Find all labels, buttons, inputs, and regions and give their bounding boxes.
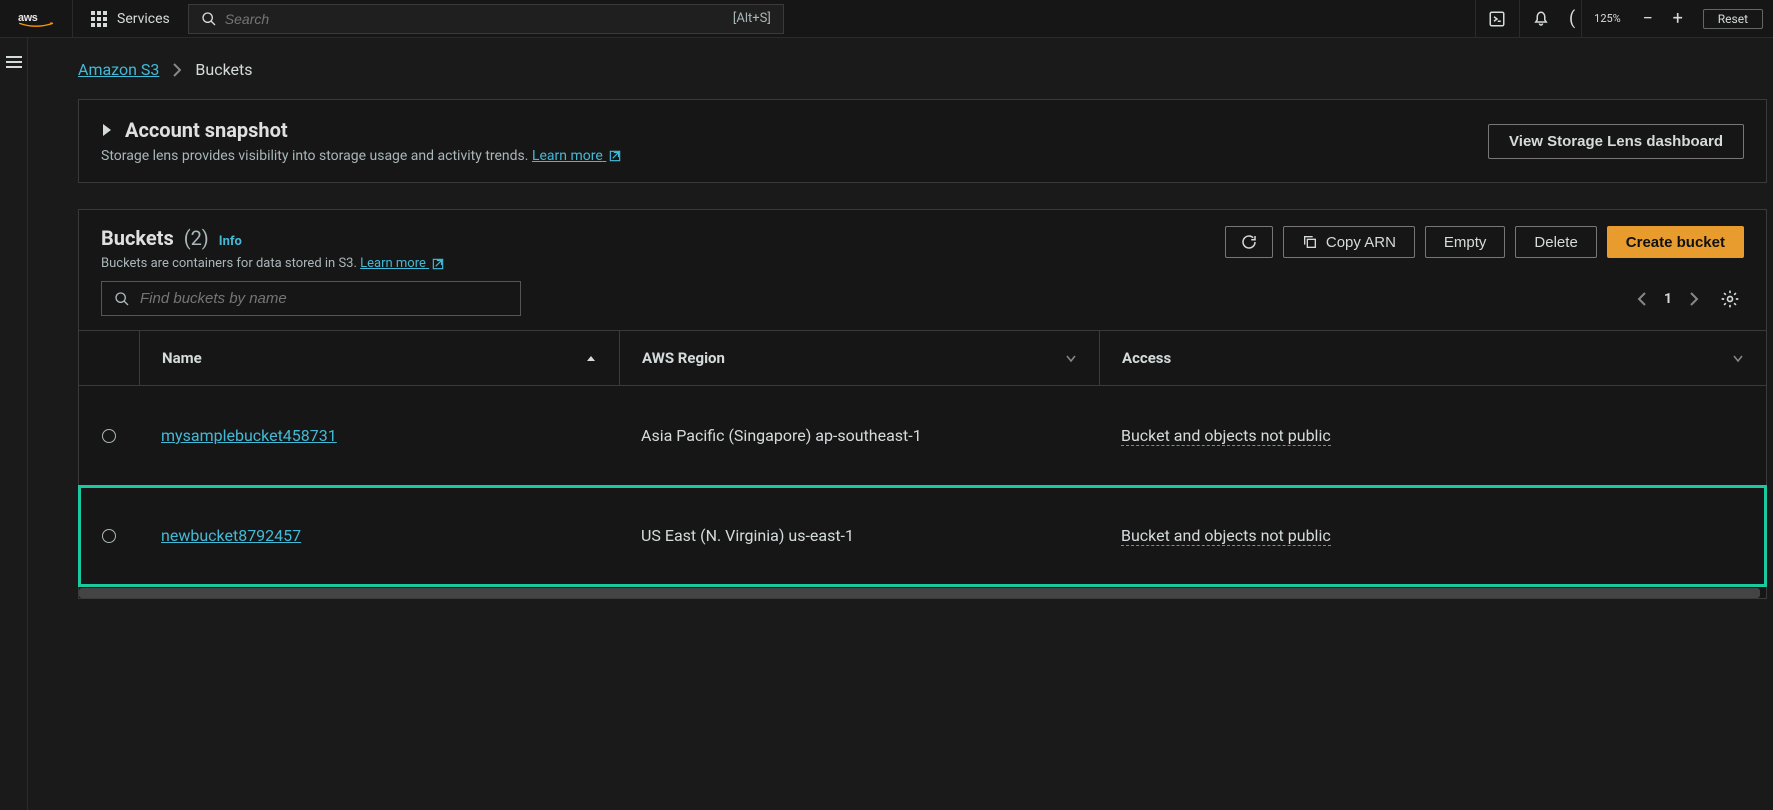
buckets-panel: Buckets (2) Info Buckets are containers …	[78, 209, 1767, 599]
external-link-icon	[431, 257, 445, 271]
cloudshell-button[interactable]	[1475, 0, 1519, 37]
copy-icon	[1302, 234, 1318, 250]
snapshot-description: Storage lens provides visibility into st…	[101, 148, 622, 164]
table-header: Name AWS Region Access	[79, 330, 1766, 386]
row-select-radio[interactable]	[102, 429, 116, 443]
caret-right-icon[interactable]	[101, 123, 113, 137]
search-icon	[201, 11, 217, 27]
bucket-access[interactable]: Bucket and objects not public	[1121, 426, 1331, 446]
table-settings-button[interactable]	[1716, 285, 1744, 313]
notifications-button[interactable]	[1519, 0, 1563, 37]
gear-icon	[1720, 289, 1740, 309]
delete-button[interactable]: Delete	[1515, 226, 1596, 258]
sort-asc-icon	[585, 353, 597, 363]
view-storage-lens-dashboard-button[interactable]: View Storage Lens dashboard	[1488, 124, 1744, 159]
services-label: Services	[117, 11, 170, 27]
column-header-name[interactable]: Name	[139, 331, 619, 385]
pagination: 1	[1632, 285, 1744, 313]
search-shortcut: [Alt+S]	[733, 11, 771, 26]
buckets-table: Name AWS Region Access mysamplebucket458…	[79, 330, 1766, 586]
sidebar-toggle[interactable]	[0, 38, 28, 810]
create-bucket-button[interactable]: Create bucket	[1607, 226, 1744, 258]
sort-icon	[1065, 353, 1077, 363]
top-nav-bar: aws Services [Alt+S] ( 125% − + Reset	[0, 0, 1773, 38]
copy-arn-button[interactable]: Copy ARN	[1283, 226, 1415, 258]
find-buckets-input[interactable]	[140, 290, 508, 307]
empty-button[interactable]: Empty	[1425, 226, 1506, 258]
bucket-region: Asia Pacific (Singapore) ap-southeast-1	[641, 426, 922, 445]
snapshot-learn-more-link[interactable]: Learn more	[532, 148, 622, 164]
table-row: newbucket8792457 US East (N. Virginia) u…	[79, 486, 1766, 586]
services-menu-button[interactable]: Services	[73, 0, 188, 37]
page-number: 1	[1664, 291, 1672, 307]
chevron-right-icon	[173, 63, 181, 77]
zoom-indicator: 125%	[1581, 0, 1633, 37]
next-page-button[interactable]	[1684, 286, 1704, 312]
refresh-button[interactable]	[1225, 226, 1273, 258]
external-link-icon	[608, 149, 622, 163]
buckets-title: Buckets	[101, 226, 174, 250]
column-header-access[interactable]: Access	[1099, 331, 1766, 385]
hamburger-icon	[0, 56, 27, 68]
horizontal-scrollbar[interactable]	[79, 588, 1760, 598]
bucket-access[interactable]: Bucket and objects not public	[1121, 526, 1331, 546]
bucket-name-link[interactable]: newbucket8792457	[161, 526, 301, 545]
sort-icon	[1732, 353, 1744, 363]
bucket-region: US East (N. Virginia) us-east-1	[641, 526, 854, 545]
refresh-icon	[1240, 233, 1258, 251]
account-menu-hint[interactable]: (	[1563, 8, 1581, 29]
breadcrumb: Amazon S3 Buckets	[78, 38, 1773, 99]
aws-logo[interactable]: aws	[0, 0, 73, 37]
find-buckets-input-wrap[interactable]	[101, 281, 521, 316]
account-snapshot-panel: Account snapshot Storage lens provides v…	[78, 99, 1767, 183]
cloudshell-icon	[1488, 10, 1506, 28]
table-row: mysamplebucket458731 Asia Pacific (Singa…	[79, 386, 1766, 486]
zoom-in-button[interactable]: +	[1663, 8, 1693, 29]
svg-text:aws: aws	[18, 11, 38, 23]
breadcrumb-root-link[interactable]: Amazon S3	[78, 60, 159, 79]
zoom-reset-button[interactable]: Reset	[1703, 9, 1763, 29]
search-input[interactable]	[225, 11, 733, 27]
buckets-learn-more-link[interactable]: Learn more	[360, 256, 445, 271]
row-select-radio[interactable]	[102, 529, 116, 543]
snapshot-title: Account snapshot	[125, 118, 288, 142]
grid-icon	[91, 11, 107, 27]
breadcrumb-current: Buckets	[195, 60, 252, 79]
bell-icon	[1532, 10, 1550, 28]
buckets-subtitle: Buckets are containers for data stored i…	[101, 256, 445, 271]
prev-page-button[interactable]	[1632, 286, 1652, 312]
buckets-count: (2)	[184, 226, 209, 250]
zoom-controls: − +	[1633, 0, 1693, 37]
buckets-info-link[interactable]: Info	[219, 234, 242, 249]
bucket-name-link[interactable]: mysamplebucket458731	[161, 426, 337, 445]
column-header-region[interactable]: AWS Region	[619, 331, 1099, 385]
search-icon	[114, 291, 130, 307]
global-search[interactable]: [Alt+S]	[188, 4, 784, 34]
zoom-out-button[interactable]: −	[1633, 8, 1663, 29]
